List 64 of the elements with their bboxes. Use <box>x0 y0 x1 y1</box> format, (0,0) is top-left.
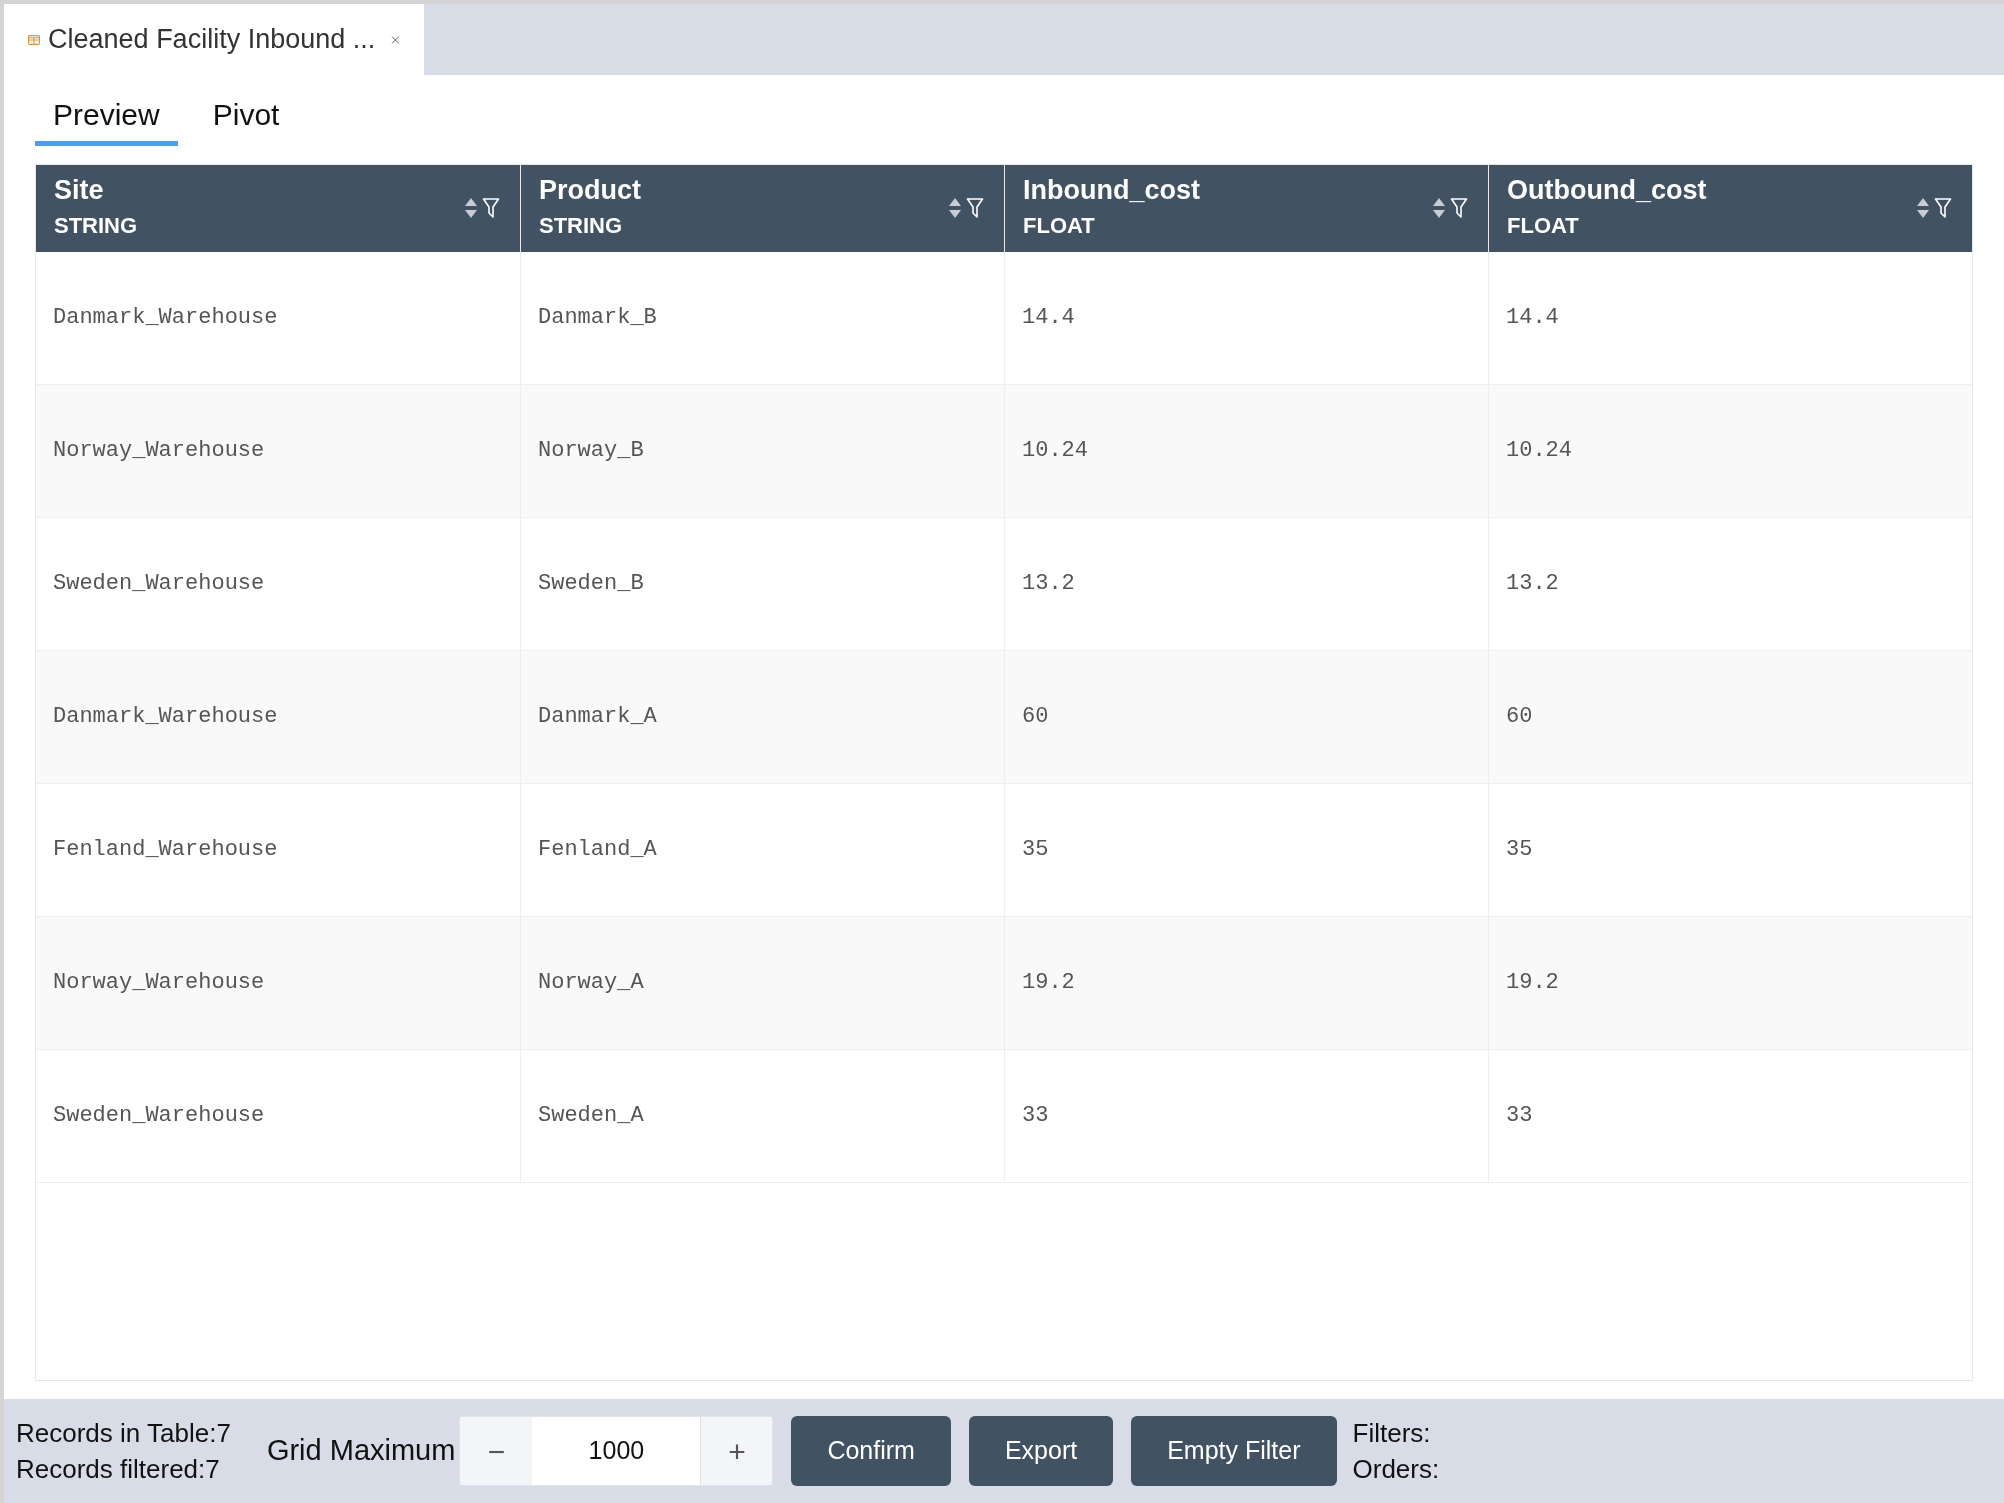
table-cell-text: Sweden_Warehouse <box>53 1102 265 1131</box>
table-cell-text: Norway_A <box>538 969 644 998</box>
sort-icon[interactable] <box>948 197 962 220</box>
file-tab[interactable]: Cleaned Facility Inbound ... <box>4 4 424 75</box>
table-cell-text: Danmark_A <box>538 703 657 732</box>
table-cell-text: Sweden_A <box>538 1102 644 1131</box>
sort-icon[interactable] <box>1432 197 1446 220</box>
table-cell-text: Norway_Warehouse <box>53 969 265 998</box>
table-cell-text: Sweden_B <box>538 570 644 599</box>
filter-icon[interactable] <box>966 197 984 220</box>
table-cell-text: 35 <box>1022 836 1049 865</box>
table-cell-text: 10.24 <box>1506 437 1572 466</box>
grid-maximum-label: Grid Maximum <box>266 1433 456 1469</box>
column-type: STRING <box>539 212 624 241</box>
action-button[interactable]: Empty Filter <box>1131 1416 1337 1486</box>
table-cell-text: Fenland_Warehouse <box>53 836 278 865</box>
filter-icon[interactable] <box>1450 197 1468 220</box>
table-cell-text: 19.2 <box>1022 969 1075 998</box>
table-cell-text: 33 <box>1506 1102 1533 1131</box>
table-cell-text: Danmark_B <box>538 304 657 333</box>
table-cell-text: 14.4 <box>1022 304 1075 333</box>
view-tab[interactable]: Pivot <box>194 91 298 146</box>
table-cell-text: Norway_Warehouse <box>53 437 265 466</box>
records-in-table: Records in Table:7 <box>16 1415 231 1451</box>
table-cell-text: 60 <box>1022 703 1049 732</box>
table-cell-text: Danmark_Warehouse <box>53 304 278 333</box>
table-cell-text: Sweden_Warehouse <box>53 570 265 599</box>
column-header[interactable]: Site STRING <box>36 164 520 252</box>
grid-maximum-value[interactable]: 1000 <box>532 1417 701 1485</box>
records-filtered: Records filtered:7 <box>16 1453 221 1486</box>
table-cell-text: Fenland_A <box>538 836 657 865</box>
column-type: FLOAT <box>1507 212 1580 241</box>
table-cell-text: Danmark_Warehouse <box>53 703 278 732</box>
column-header[interactable]: Product STRING <box>520 164 1004 252</box>
file-tab-title: Cleaned Facility Inbound ... <box>48 23 376 57</box>
column-header[interactable]: Outbound_cost FLOAT <box>1488 164 1972 252</box>
column-name: Inbound_cost <box>1023 174 1201 208</box>
sort-icon[interactable] <box>1916 197 1930 220</box>
table-cell-text: 13.2 <box>1506 570 1559 599</box>
orders-label: Orders: <box>1352 1453 1440 1486</box>
filter-icon[interactable] <box>1934 197 1952 220</box>
table-cell-text: 13.2 <box>1022 570 1075 599</box>
column-type: STRING <box>54 212 139 241</box>
column-header[interactable]: Inbound_cost FLOAT <box>1004 164 1488 252</box>
decrement-button[interactable]: − <box>460 1417 533 1485</box>
table-cell-text: 10.24 <box>1022 437 1088 466</box>
column-type: FLOAT <box>1023 212 1096 241</box>
filters-label: Filters: <box>1352 1417 1432 1450</box>
table-cell-text: 33 <box>1022 1102 1049 1131</box>
sort-icon[interactable] <box>464 197 478 220</box>
table-cell-text: 14.4 <box>1506 304 1559 333</box>
table-cell-text: 19.2 <box>1506 969 1559 998</box>
table-cell-text: 35 <box>1506 836 1533 865</box>
column-name: Site <box>54 174 105 208</box>
action-button[interactable]: Export <box>968 1416 1114 1486</box>
action-button[interactable]: Confirm <box>791 1416 951 1486</box>
column-name: Product <box>539 174 642 208</box>
increment-button[interactable]: + <box>700 1417 773 1485</box>
column-name: Outbound_cost <box>1507 174 1708 208</box>
table-cell-text: Norway_B <box>538 437 644 466</box>
grid-maximum-stepper[interactable]: − 1000 + <box>459 1416 774 1486</box>
filter-icon[interactable] <box>482 197 500 220</box>
view-tab[interactable]: Preview <box>35 91 178 146</box>
table-cell-text: 60 <box>1506 703 1533 732</box>
